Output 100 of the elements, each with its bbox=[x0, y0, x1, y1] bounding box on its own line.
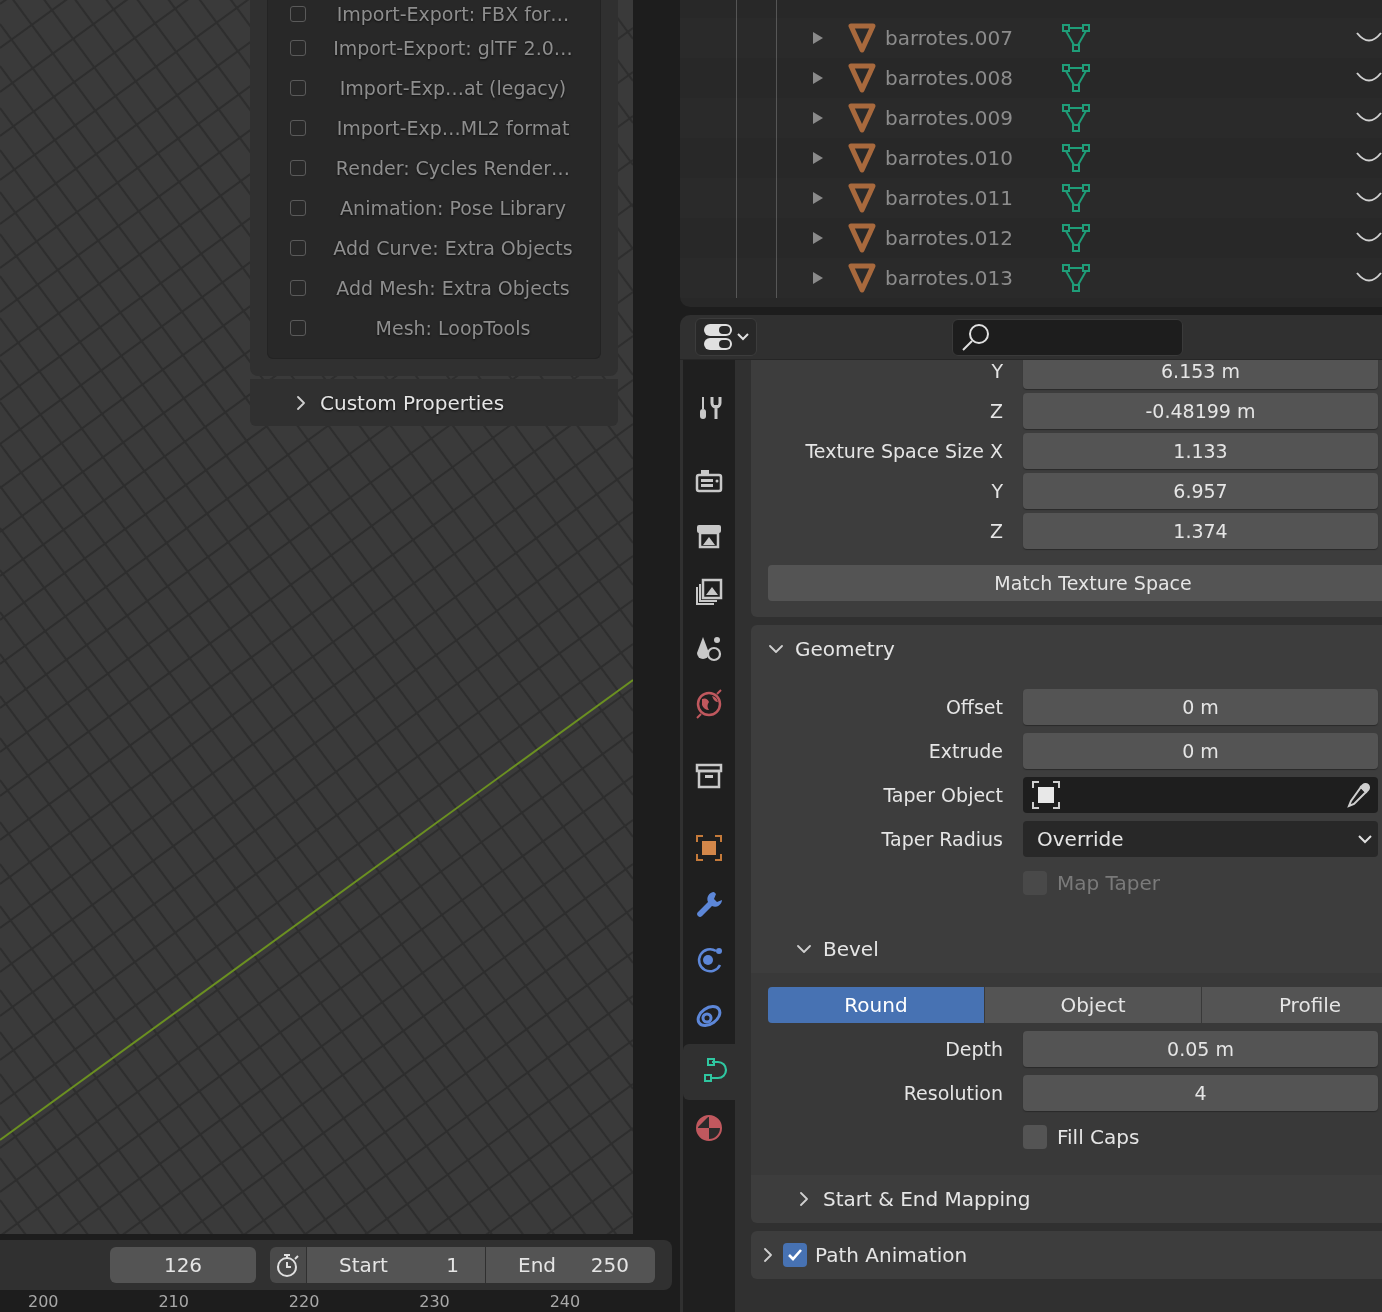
wrench-icon bbox=[694, 889, 724, 919]
checkbox[interactable] bbox=[290, 160, 306, 176]
frame-number: 230 bbox=[419, 1291, 451, 1311]
checkbox[interactable] bbox=[290, 280, 306, 296]
sphere-icon bbox=[694, 1113, 724, 1143]
match-texture-space-button[interactable]: Match Texture Space bbox=[768, 565, 1382, 601]
object-name[interactable]: barrotes.011 bbox=[885, 186, 1061, 210]
checkbox[interactable] bbox=[290, 240, 306, 256]
mode-button[interactable]: Profile bbox=[1202, 987, 1382, 1023]
number-field[interactable]: 0.05 m bbox=[1023, 1031, 1378, 1067]
expand-triangle-icon[interactable] bbox=[812, 71, 824, 85]
object-name[interactable]: barrotes.008 bbox=[885, 66, 1061, 90]
mode-button[interactable]: Round bbox=[768, 987, 984, 1023]
addon-label: Mesh: LoopTools bbox=[374, 317, 532, 339]
object-name[interactable]: barrotes.007 bbox=[885, 26, 1061, 50]
search-field[interactable] bbox=[952, 318, 1183, 356]
images-icon bbox=[694, 577, 724, 607]
mesh-icon[interactable] bbox=[1061, 63, 1091, 93]
object-name[interactable]: barrotes.013 bbox=[885, 266, 1061, 290]
expand-triangle-icon[interactable] bbox=[812, 31, 824, 45]
toggles-icon bbox=[703, 322, 733, 352]
number-field[interactable]: 4 bbox=[1023, 1075, 1378, 1111]
eyedropper-icon[interactable] bbox=[1344, 781, 1372, 809]
chevron-icon[interactable] bbox=[797, 942, 811, 956]
triangle-icon bbox=[848, 143, 876, 173]
caret-icon bbox=[737, 333, 749, 341]
panel-header[interactable]: Path Animation bbox=[751, 1231, 1382, 1279]
field-value: 1 bbox=[446, 1253, 459, 1277]
panel-title: Path Animation bbox=[815, 1243, 968, 1267]
globe-icon bbox=[694, 689, 724, 719]
stopwatch-button[interactable] bbox=[270, 1247, 306, 1283]
display-toggle-button[interactable] bbox=[695, 318, 757, 356]
triangle-icon bbox=[848, 183, 876, 213]
panel-title: Bevel bbox=[823, 937, 879, 961]
number-field[interactable]: -0.48199 m bbox=[1023, 393, 1378, 429]
frame-number: 210 bbox=[158, 1291, 190, 1311]
field-label: Start bbox=[339, 1253, 388, 1277]
chevron-icon[interactable] bbox=[294, 395, 308, 410]
number-field[interactable]: 6.957 bbox=[1023, 473, 1378, 509]
subpanel-header[interactable]: Bevel bbox=[751, 925, 1382, 973]
field-label: Y bbox=[990, 480, 1003, 502]
number-field[interactable]: 1.133 bbox=[1023, 433, 1378, 469]
field-label: Taper Radius bbox=[880, 828, 1003, 850]
addon-label: Add Mesh: Extra Objects bbox=[335, 277, 571, 299]
mesh-icon[interactable] bbox=[1061, 143, 1091, 173]
mode-button[interactable]: Object bbox=[985, 987, 1201, 1023]
addon-label: Import-Exp…at (legacy) bbox=[338, 77, 568, 99]
checkbox[interactable] bbox=[290, 320, 306, 336]
subpanel-header[interactable]: Start & End Mapping bbox=[751, 1175, 1382, 1223]
mesh-icon[interactable] bbox=[1061, 183, 1091, 213]
triangle-icon bbox=[848, 103, 876, 133]
chevron-icon[interactable] bbox=[769, 642, 783, 656]
expand-triangle-icon[interactable] bbox=[812, 191, 824, 205]
checkbox[interactable] bbox=[290, 6, 306, 22]
search-icon bbox=[961, 322, 991, 352]
chevron-icon[interactable] bbox=[761, 1248, 775, 1262]
number-field[interactable]: 0 m bbox=[1023, 733, 1378, 769]
field-label: Z bbox=[988, 520, 1003, 542]
caret-icon bbox=[1358, 834, 1372, 844]
addon-label: Import-Export: FBX for… bbox=[335, 3, 571, 25]
current-frame-field[interactable]: 126 bbox=[110, 1247, 256, 1283]
number-field[interactable]: 0 m bbox=[1023, 689, 1378, 725]
object-icon bbox=[1031, 780, 1061, 810]
end-frame-field[interactable]: End 250 bbox=[486, 1247, 655, 1283]
panel-title: Custom Properties bbox=[320, 390, 505, 415]
expand-triangle-icon[interactable] bbox=[812, 271, 824, 285]
mesh-icon[interactable] bbox=[1061, 103, 1091, 133]
field-label: Texture Space Size X bbox=[804, 440, 1003, 462]
triangle-icon bbox=[848, 23, 876, 53]
frame-number: 220 bbox=[288, 1291, 321, 1311]
expand-triangle-icon[interactable] bbox=[812, 111, 824, 125]
addon-label: Render: Cycles Render… bbox=[334, 157, 572, 179]
square-icon bbox=[694, 833, 724, 863]
object-name[interactable]: barrotes.010 bbox=[885, 146, 1061, 170]
addon-label: Import-Export: glTF 2.0… bbox=[332, 37, 574, 59]
checkbox[interactable] bbox=[783, 1243, 807, 1267]
checkbox[interactable] bbox=[290, 80, 306, 96]
dropdown[interactable]: Override bbox=[1023, 821, 1378, 857]
checkbox[interactable] bbox=[1023, 1125, 1047, 1149]
mesh-icon[interactable] bbox=[1061, 223, 1091, 253]
object-name[interactable]: barrotes.012 bbox=[885, 226, 1061, 250]
mesh-icon[interactable] bbox=[1061, 23, 1091, 53]
mesh-icon[interactable] bbox=[1061, 263, 1091, 293]
checkbox[interactable] bbox=[290, 120, 306, 136]
box-icon bbox=[694, 761, 724, 791]
panel-header[interactable]: Geometry bbox=[751, 625, 1382, 673]
number-field[interactable]: 1.374 bbox=[1023, 513, 1378, 549]
panel-header[interactable]: Custom Properties bbox=[250, 379, 618, 426]
field-label: Resolution bbox=[902, 1082, 1003, 1104]
checkbox[interactable] bbox=[290, 40, 306, 56]
checkbox[interactable] bbox=[290, 200, 306, 216]
field-label: Depth bbox=[944, 1038, 1003, 1060]
expand-triangle-icon[interactable] bbox=[812, 231, 824, 245]
number-field[interactable]: 6.153 m bbox=[1023, 360, 1378, 389]
expand-triangle-icon[interactable] bbox=[812, 151, 824, 165]
object-name[interactable]: barrotes.009 bbox=[885, 106, 1061, 130]
chevron-icon[interactable] bbox=[797, 1192, 811, 1206]
field-label: End bbox=[518, 1253, 556, 1277]
start-frame-field[interactable]: Start 1 bbox=[307, 1247, 485, 1283]
object-field[interactable] bbox=[1023, 777, 1378, 813]
